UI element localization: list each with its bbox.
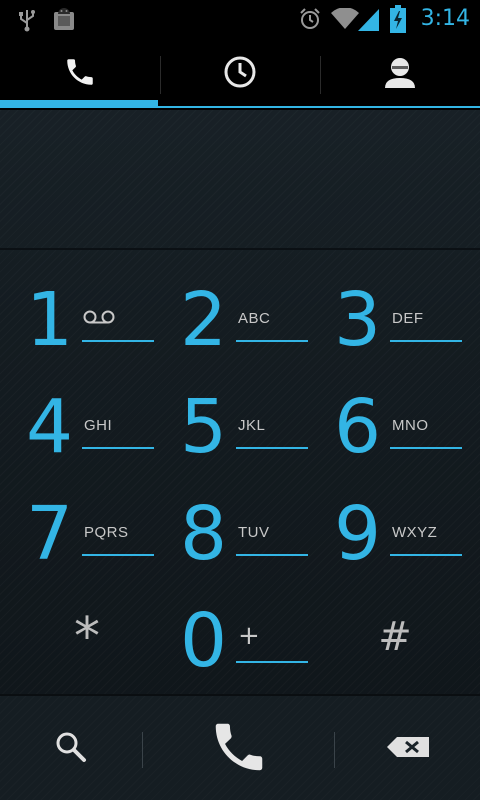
voicemail-icon: [82, 308, 116, 330]
key-letters: +: [238, 621, 260, 651]
key-digit: 8: [180, 491, 228, 577]
tab-bar: [0, 38, 480, 110]
battery-charging-icon: [390, 5, 406, 37]
key-digit: 4: [26, 384, 74, 470]
key-underline: [390, 340, 462, 342]
key-star[interactable]: *: [10, 587, 164, 693]
contacts-person-icon: [382, 54, 418, 94]
key-digit: 7: [26, 491, 74, 577]
signal-icon: [358, 8, 380, 36]
key-digit: 9: [334, 491, 382, 577]
key-7[interactable]: 7 PQRS: [10, 480, 164, 586]
alarm-icon: [298, 7, 322, 35]
key-digit: 0: [180, 598, 228, 684]
key-pound[interactable]: #: [318, 587, 472, 693]
key-symbol-star: *: [74, 607, 100, 667]
android-debug-icon: [52, 6, 76, 36]
key-digit: 2: [180, 277, 228, 363]
key-letters: ABC: [238, 310, 271, 327]
key-digit: 1: [26, 277, 74, 363]
digits-display[interactable]: [0, 110, 480, 250]
key-9[interactable]: 9 WXYZ: [318, 480, 472, 586]
status-bar: 3:14: [0, 0, 480, 38]
key-underline: [390, 447, 462, 449]
key-digit: 5: [180, 384, 228, 470]
key-underline: [390, 554, 462, 556]
usb-icon: [16, 8, 38, 36]
key-underline: [82, 554, 154, 556]
dialer-screen: 3:14 1 2 ABC 3 DEF 4 GHI 5 JKL 6 MNO 7 P…: [0, 0, 480, 800]
delete-button[interactable]: [335, 696, 480, 800]
key-5[interactable]: 5 JKL: [164, 373, 318, 479]
key-4[interactable]: 4 GHI: [10, 373, 164, 479]
key-2[interactable]: 2 ABC: [164, 266, 318, 372]
key-underline: [236, 554, 308, 556]
search-button[interactable]: [0, 696, 142, 800]
key-underline: [82, 340, 154, 342]
backspace-icon: [385, 735, 431, 763]
key-digit: 3: [334, 277, 382, 363]
search-icon: [53, 729, 89, 769]
key-3[interactable]: 3 DEF: [318, 266, 472, 372]
key-letters: DEF: [392, 310, 424, 327]
tab-contacts[interactable]: [320, 38, 480, 110]
dialer-action-bar: [0, 694, 480, 800]
key-letters: PQRS: [84, 524, 129, 541]
key-8[interactable]: 8 TUV: [164, 480, 318, 586]
tab-bar-underline: [0, 106, 480, 108]
key-letters: GHI: [84, 417, 113, 434]
wifi-icon: [330, 7, 360, 34]
key-underline: [236, 661, 308, 663]
tab-call-log[interactable]: [160, 38, 320, 110]
digits-field[interactable]: [20, 150, 460, 210]
key-letters: MNO: [392, 417, 429, 434]
call-button[interactable]: [143, 696, 334, 800]
key-underline: [236, 340, 308, 342]
key-symbol-pound: #: [378, 614, 412, 660]
digits-divider: [0, 248, 480, 250]
key-underline: [82, 447, 154, 449]
key-letters: JKL: [238, 417, 266, 434]
key-underline: [236, 447, 308, 449]
status-time: 3:14: [420, 6, 470, 31]
key-letters: TUV: [238, 524, 270, 541]
key-0[interactable]: 0 +: [164, 587, 318, 693]
call-log-clock-icon: [222, 54, 258, 94]
key-digit: 6: [334, 384, 382, 470]
key-letters: WXYZ: [392, 524, 438, 541]
call-icon: [208, 716, 270, 782]
phone-icon: [63, 55, 97, 93]
key-1[interactable]: 1: [10, 266, 164, 372]
key-6[interactable]: 6 MNO: [318, 373, 472, 479]
